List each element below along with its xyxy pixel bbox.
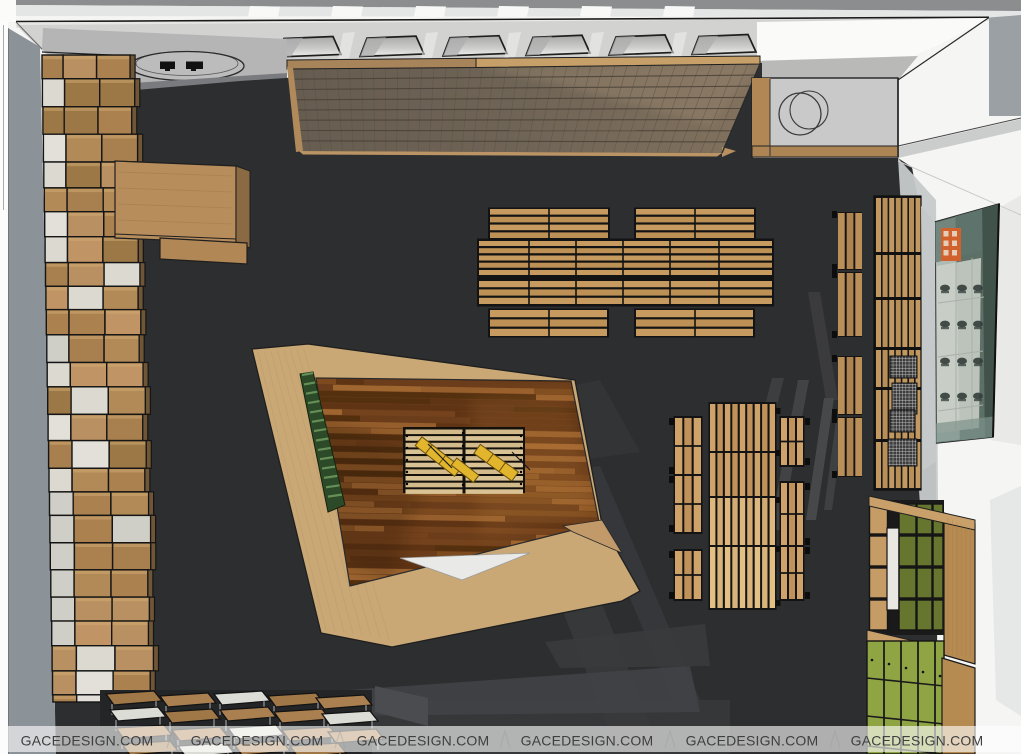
svg-text:GACEDESIGN.COM: GACEDESIGN.COM	[357, 733, 490, 749]
svg-text:GACEDESIGN.COM: GACEDESIGN.COM	[191, 733, 324, 749]
svg-text:GACEDESIGN.COM: GACEDESIGN.COM	[851, 733, 984, 749]
svg-text:GACEDESIGN.COM: GACEDESIGN.COM	[521, 733, 654, 749]
svg-text:GACEDESIGN.COM: GACEDESIGN.COM	[21, 733, 154, 749]
svg-text:GACEDESIGN.COM: GACEDESIGN.COM	[686, 733, 819, 749]
